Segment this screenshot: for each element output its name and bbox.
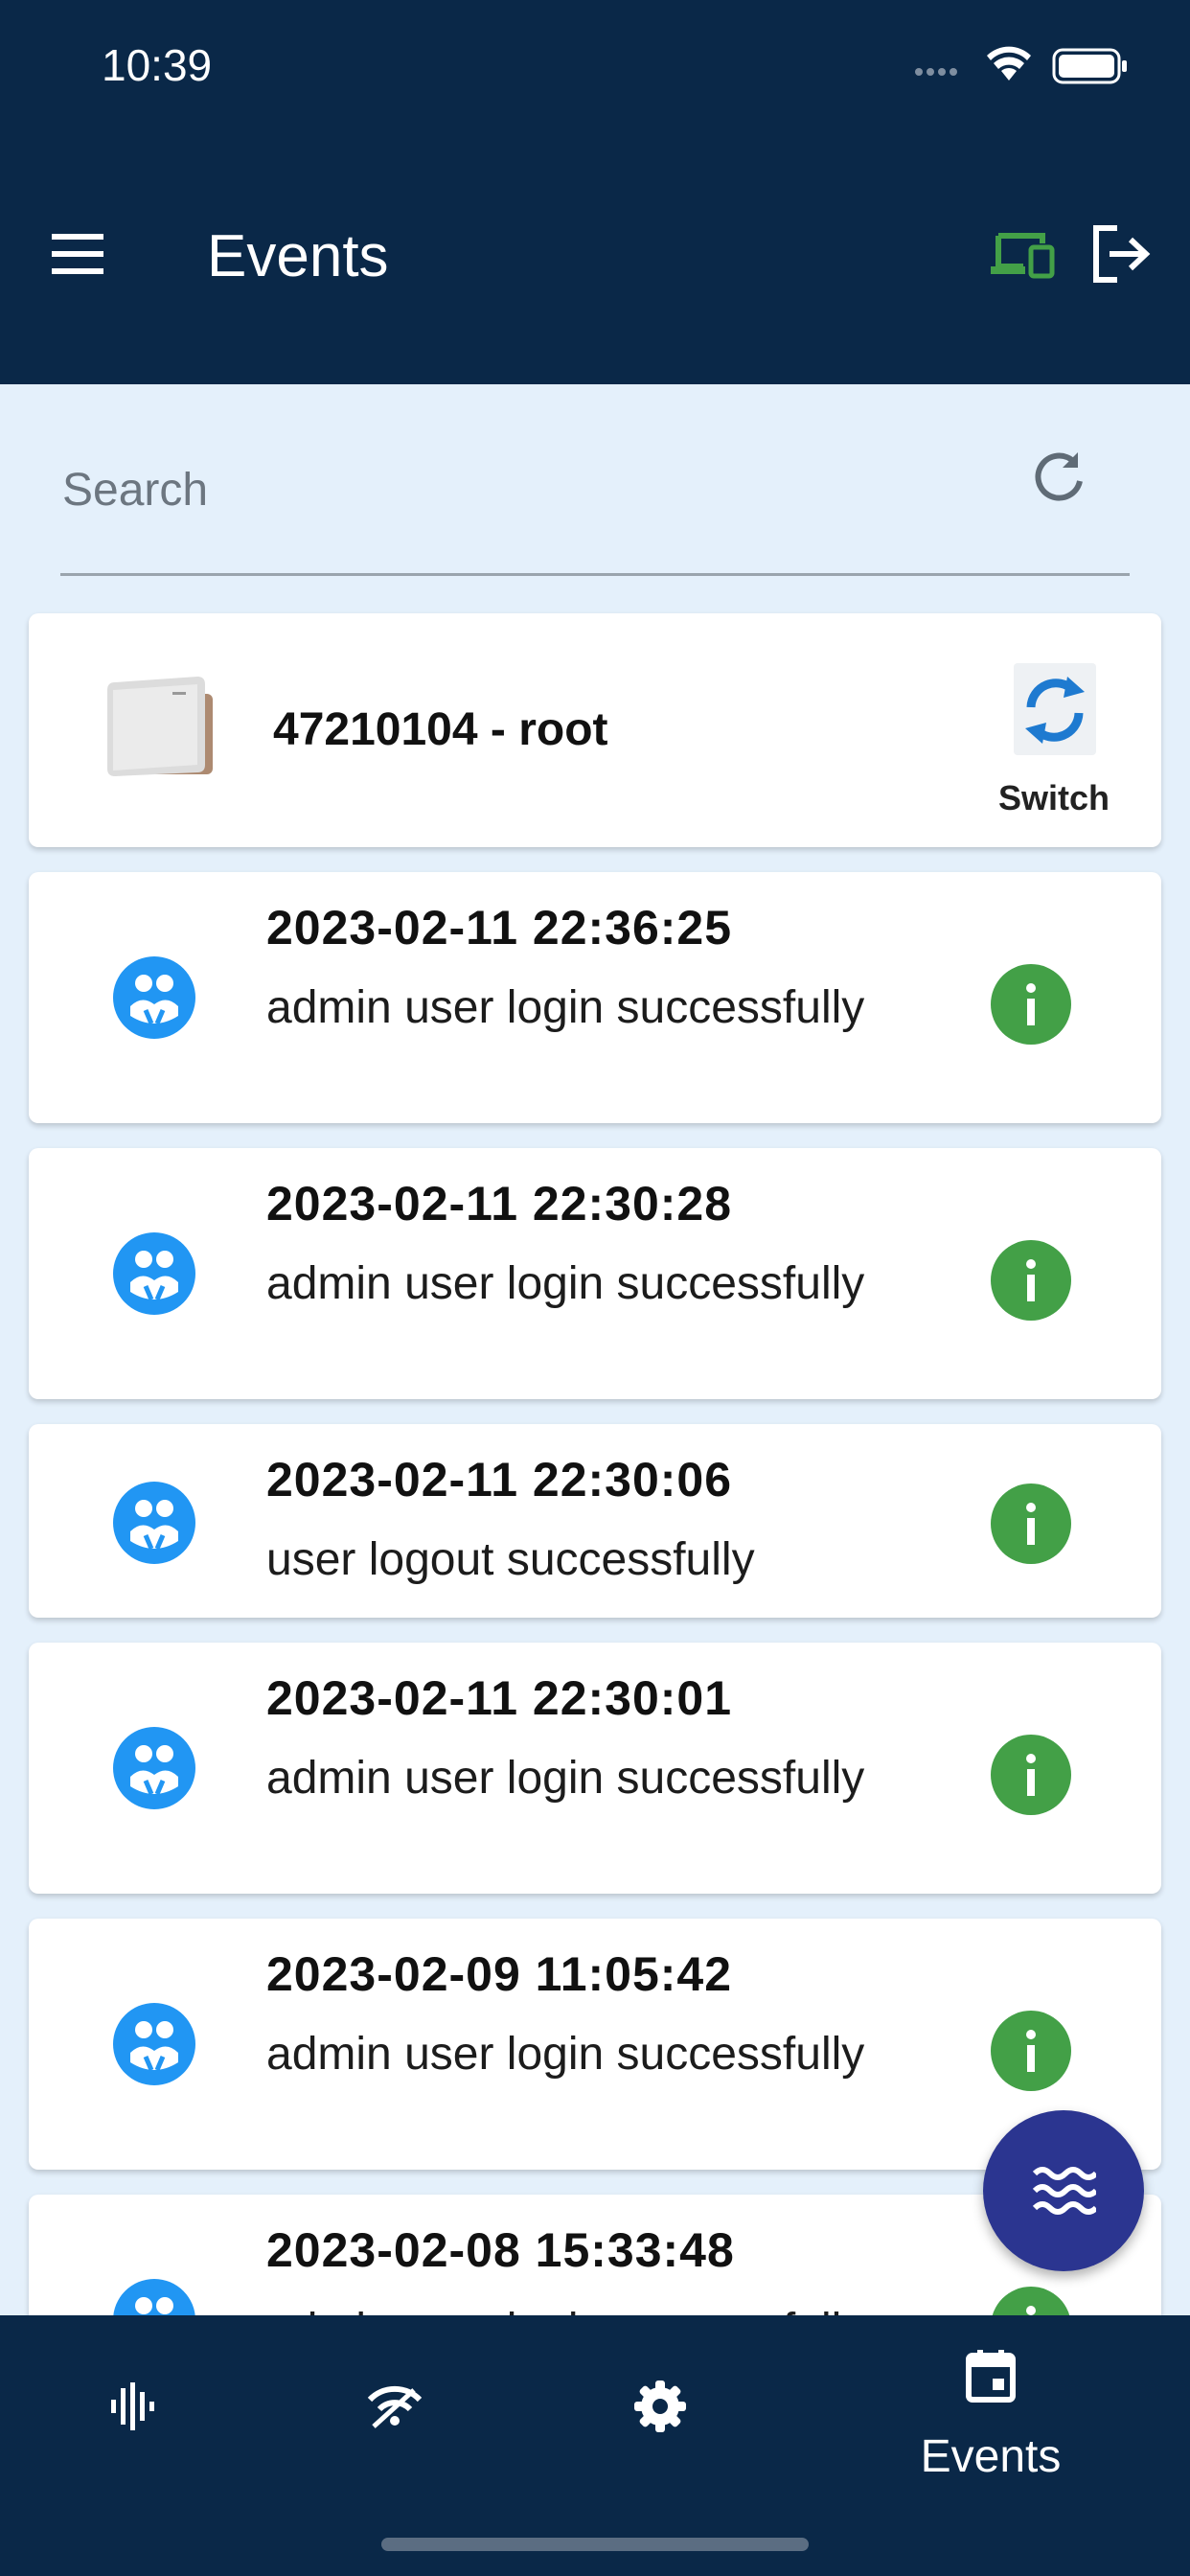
event-time: 2023-02-11 22:30:06 [266,1453,733,1506]
event-card[interactable]: 2023-02-11 22:30:06 user logout successf… [29,1424,1161,1618]
event-card[interactable]: 2023-02-11 22:30:01 admin user login suc… [29,1643,1161,1894]
user-event-icon [113,2003,195,2085]
devices-button[interactable] [989,230,1056,280]
switch-button[interactable]: Switch [958,663,1150,826]
switch-label: Switch [997,778,1110,817]
router-image [107,677,213,776]
info-icon [991,2011,1071,2091]
nav-item-wifi[interactable] [299,2315,491,2507]
event-time: 2023-02-09 11:05:42 [266,1947,733,2001]
nav-label-events: Events [920,2431,1062,2482]
switch-icon [1014,663,1096,755]
event-time: 2023-02-11 22:30:01 [266,1671,733,1725]
page-title: Events [207,223,389,289]
refresh-icon[interactable] [1030,448,1087,506]
nav-item-settings[interactable] [565,2315,757,2507]
event-message: admin user login successfully [266,1258,865,1309]
menu-button[interactable] [48,230,111,278]
info-icon [991,964,1071,1045]
user-event-icon [113,1232,195,1315]
event-card[interactable]: 2023-02-11 22:36:25 admin user login suc… [29,872,1161,1123]
user-event-icon [113,1482,195,1564]
search-field [60,422,1130,576]
gear-icon [634,2380,686,2432]
app-bar: 10:39 Events [0,0,1190,384]
event-card[interactable]: 2023-02-09 11:05:42 admin user login suc… [29,1919,1161,2170]
device-label: 47210104 - root [273,704,608,755]
info-icon [991,1240,1071,1321]
waves-fab-button[interactable] [983,2110,1144,2271]
wifi-off-icon [367,2385,423,2428]
nav-item-signal[interactable] [36,2315,228,2507]
signal-dots-icon [915,63,961,80]
event-time: 2023-02-08 15:33:48 [266,2223,735,2277]
user-event-icon [113,956,195,1039]
user-event-icon [113,1727,195,1809]
signal-wave-icon [111,2382,154,2430]
info-icon [991,1484,1071,1564]
event-time: 2023-02-11 22:36:25 [266,901,733,954]
battery-icon [1052,48,1127,84]
calendar-icon [966,2350,1016,2403]
nav-item-events[interactable]: Events [895,2315,1087,2507]
info-icon [991,1735,1071,1815]
logout-button[interactable] [1090,224,1154,284]
search-input[interactable] [60,450,927,529]
event-message: admin user login successfully [266,2029,865,2080]
event-message: admin user login successfully [266,1753,865,1804]
device-card: 47210104 - root Switch [29,613,1161,847]
status-time: 10:39 [102,40,213,90]
event-time: 2023-02-11 22:30:28 [266,1177,733,1230]
waves-icon [1032,2167,1096,2215]
home-indicator [381,2538,809,2551]
event-message: user logout successfully [266,1534,755,1585]
wifi-icon [987,46,1031,80]
event-message: admin user login successfully [266,982,865,1033]
event-card[interactable]: 2023-02-11 22:30:28 admin user login suc… [29,1148,1161,1399]
